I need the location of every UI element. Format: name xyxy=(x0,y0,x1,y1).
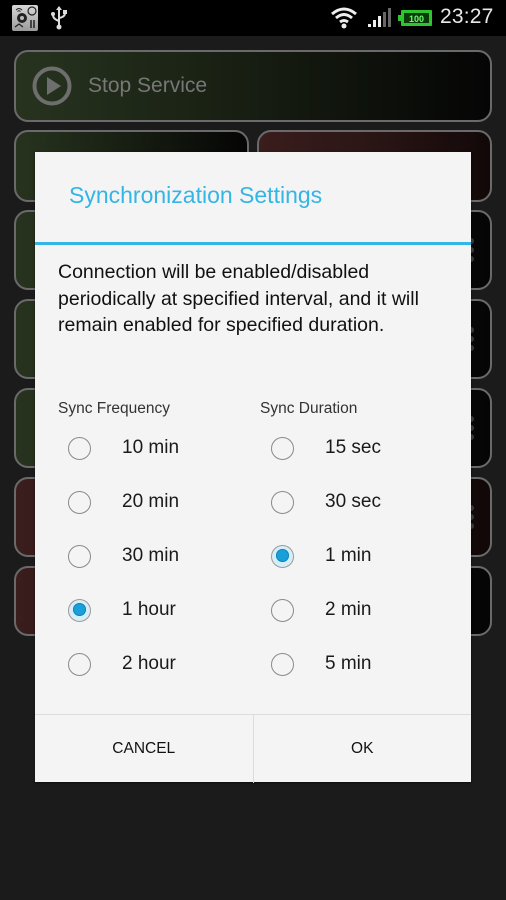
sync-frequency-option[interactable]: 30 min xyxy=(68,536,179,576)
sync-frequency-label: Sync Frequency xyxy=(58,400,170,417)
radio-checked-icon[interactable] xyxy=(68,598,91,622)
stop-service-label: Stop Service xyxy=(88,74,208,97)
sync-frequency-option[interactable]: 1 hour xyxy=(68,590,176,630)
battery-level: 100 xyxy=(409,14,424,24)
status-bar: 100 23:27 xyxy=(0,0,506,36)
sync-duration-option-label: 1 min xyxy=(325,545,372,566)
sync-duration-label: Sync Duration xyxy=(260,400,358,417)
stop-service-tile[interactable]: Stop Service xyxy=(14,50,492,122)
sync-frequency-option[interactable]: 10 min xyxy=(68,428,179,468)
dialog-button-bar: CANCEL OK xyxy=(35,714,471,783)
sync-frequency-option-label: 10 min xyxy=(122,437,180,458)
sync-frequency-option[interactable]: 2 hour xyxy=(68,644,176,684)
wifi-icon xyxy=(330,7,358,29)
sync-duration-option[interactable]: 1 min xyxy=(271,536,371,576)
sync-duration-option[interactable]: 5 min xyxy=(271,644,371,684)
sync-duration-option-label: 5 min xyxy=(325,653,372,674)
sync-frequency-option-label: 30 min xyxy=(122,545,180,566)
sync-settings-dialog: Synchronization Settings Connection will… xyxy=(35,152,471,783)
app-notification-icon xyxy=(12,5,38,31)
sync-duration-option[interactable]: 2 min xyxy=(271,590,371,630)
title-divider xyxy=(35,242,471,245)
sync-duration-option[interactable]: 15 sec xyxy=(271,428,381,468)
radio-unchecked-icon[interactable] xyxy=(68,544,91,568)
radio-unchecked-icon[interactable] xyxy=(68,652,91,676)
sync-frequency-option-label: 1 hour xyxy=(122,599,176,620)
radio-unchecked-icon[interactable] xyxy=(271,490,294,514)
sync-duration-option-label: 30 sec xyxy=(325,491,381,512)
sync-duration-option[interactable]: 30 sec xyxy=(271,482,381,522)
radio-unchecked-icon[interactable] xyxy=(68,490,91,514)
sync-frequency-option-label: 2 hour xyxy=(122,653,176,674)
sync-duration-option-label: 15 sec xyxy=(325,437,381,458)
dialog-title: Synchronization Settings xyxy=(69,182,323,208)
dialog-message: Connection will be enabled/disabled peri… xyxy=(58,261,419,336)
radio-unchecked-icon[interactable] xyxy=(271,436,294,460)
sync-duration-option-label: 2 min xyxy=(325,599,372,620)
sync-frequency-option[interactable]: 20 min xyxy=(68,482,179,522)
radio-unchecked-icon[interactable] xyxy=(271,652,294,676)
battery-icon: 100 xyxy=(398,10,432,26)
signal-icon xyxy=(367,8,393,28)
radio-unchecked-icon[interactable] xyxy=(271,598,294,622)
radio-unchecked-icon[interactable] xyxy=(68,436,91,460)
play-circle-icon xyxy=(32,66,72,106)
usb-icon xyxy=(50,5,68,31)
ok-button[interactable]: OK xyxy=(252,715,472,783)
clock: 23:27 xyxy=(440,5,494,28)
radio-checked-icon[interactable] xyxy=(271,544,294,568)
sync-frequency-option-label: 20 min xyxy=(122,491,180,512)
cancel-button[interactable]: CANCEL xyxy=(35,715,253,783)
